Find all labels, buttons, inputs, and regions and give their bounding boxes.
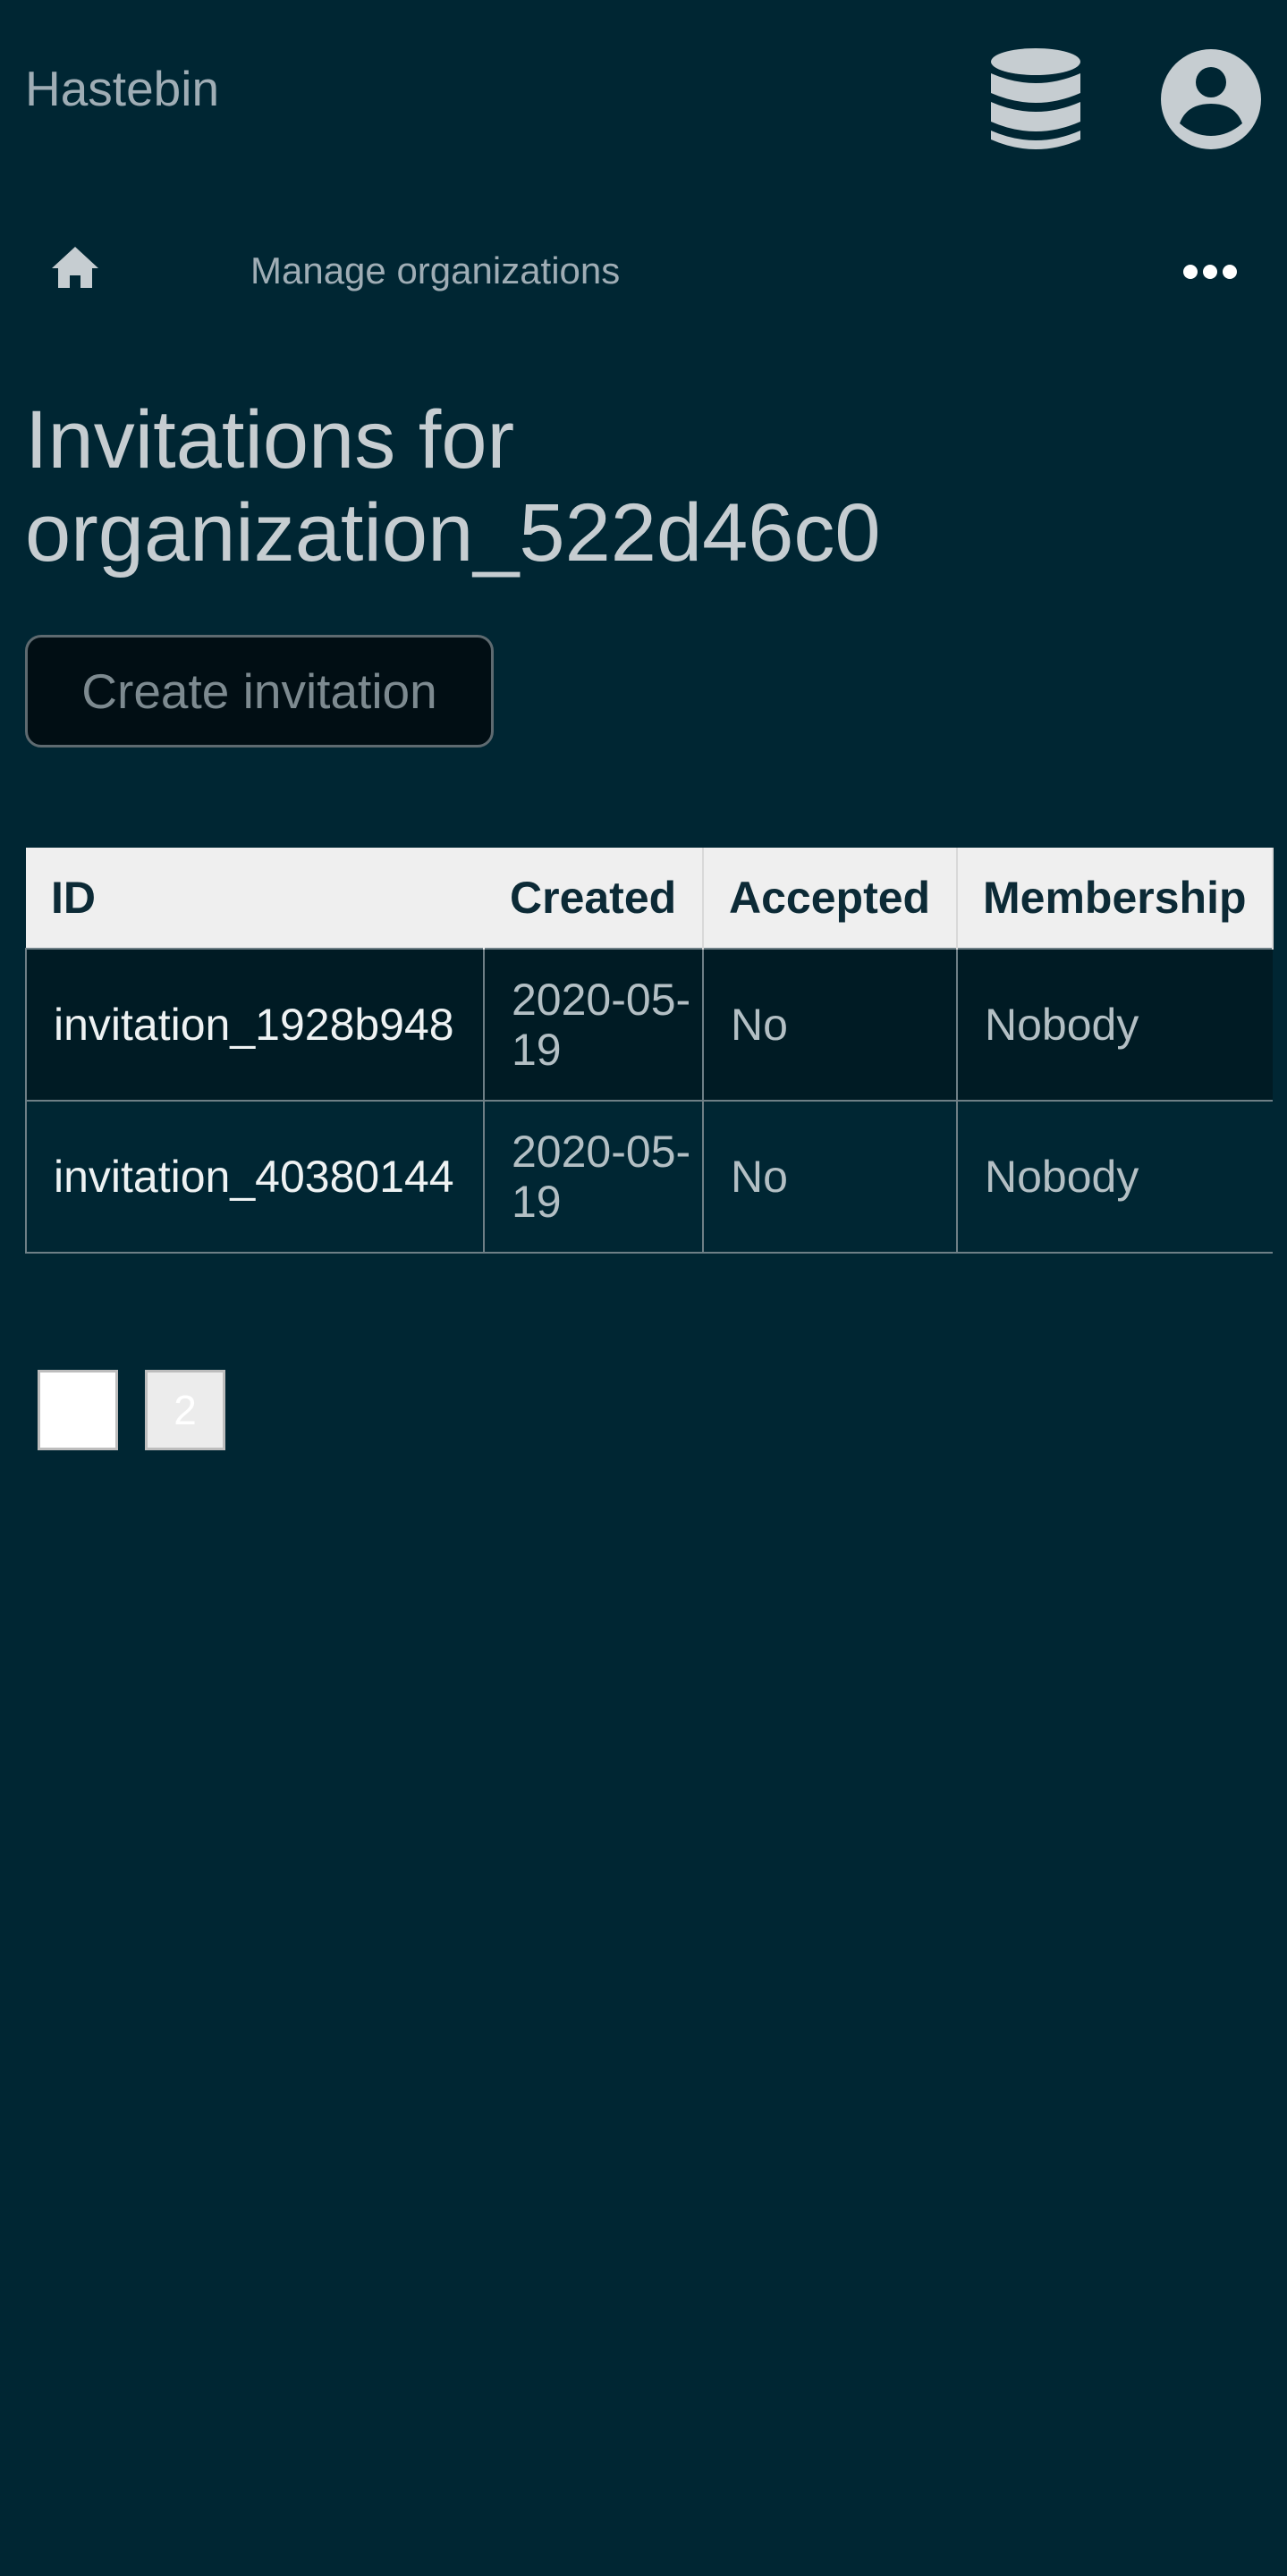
user-account-icon[interactable]: [1160, 48, 1262, 150]
home-icon[interactable]: [50, 245, 100, 290]
table-row[interactable]: invitation_1928b948 2020-05-19 No Nobody: [25, 948, 1273, 1102]
manage-organizations-link[interactable]: Manage organizations: [250, 252, 620, 290]
column-header-id[interactable]: ID: [26, 848, 485, 949]
created-date-cell: 2020-05-19: [483, 1100, 704, 1254]
page-title: Invitations for organization_522d46c0: [25, 394, 881, 579]
database-icon[interactable]: [988, 46, 1083, 154]
app-title[interactable]: Hastebin: [25, 64, 219, 114]
column-header-membership[interactable]: Membership: [957, 848, 1274, 949]
accepted-cell: No: [702, 948, 958, 1102]
created-date-cell: 2020-05-19: [483, 948, 704, 1102]
column-header-created[interactable]: Created: [484, 848, 704, 949]
page-button-current[interactable]: 1: [38, 1370, 118, 1450]
table-header-row: ID Created Accepted Membership: [26, 848, 1274, 949]
accepted-cell: No: [702, 1100, 958, 1254]
top-bar: Hastebin: [0, 0, 1287, 188]
page-button-2[interactable]: 2: [145, 1370, 225, 1450]
invitation-id-cell[interactable]: invitation_40380144: [25, 1100, 485, 1254]
create-invitation-button[interactable]: Create invitation: [25, 635, 494, 747]
invitation-id-cell[interactable]: invitation_1928b948: [25, 948, 485, 1102]
membership-cell: Nobody: [956, 1100, 1273, 1254]
more-options-icon[interactable]: [1182, 264, 1238, 280]
column-header-accepted[interactable]: Accepted: [703, 848, 958, 949]
nav-bar: Manage organizations: [0, 224, 1287, 322]
membership-cell: Nobody: [956, 948, 1273, 1102]
table-row[interactable]: invitation_40380144 2020-05-19 No Nobody: [25, 1100, 1273, 1254]
invitations-table: ID Created Accepted Membership invitatio…: [25, 848, 1274, 1254]
